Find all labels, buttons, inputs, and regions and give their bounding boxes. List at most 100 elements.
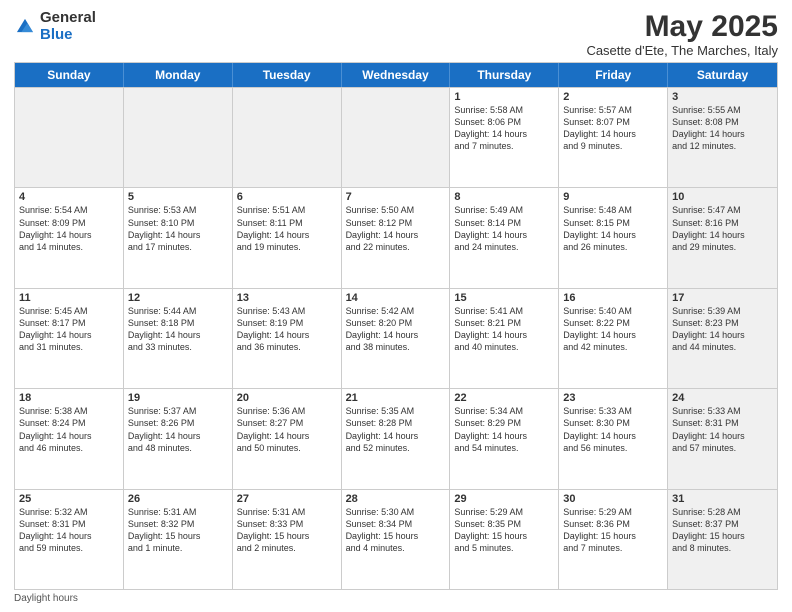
calendar-cell	[342, 88, 451, 187]
calendar-row: 11Sunrise: 5:45 AM Sunset: 8:17 PM Dayli…	[15, 288, 777, 388]
calendar-cell	[233, 88, 342, 187]
day-number: 29	[454, 493, 554, 505]
day-info: Sunrise: 5:36 AM Sunset: 8:27 PM Dayligh…	[237, 405, 337, 454]
calendar-cell: 2Sunrise: 5:57 AM Sunset: 8:07 PM Daylig…	[559, 88, 668, 187]
day-number: 14	[346, 292, 446, 304]
logo-blue: Blue	[40, 27, 96, 44]
day-number: 5	[128, 191, 228, 203]
day-info: Sunrise: 5:33 AM Sunset: 8:30 PM Dayligh…	[563, 405, 663, 454]
day-number: 30	[563, 493, 663, 505]
day-info: Sunrise: 5:29 AM Sunset: 8:36 PM Dayligh…	[563, 506, 663, 555]
day-number: 20	[237, 392, 337, 404]
month-title: May 2025	[586, 10, 778, 43]
calendar-cell: 14Sunrise: 5:42 AM Sunset: 8:20 PM Dayli…	[342, 289, 451, 388]
day-number: 27	[237, 493, 337, 505]
day-info: Sunrise: 5:41 AM Sunset: 8:21 PM Dayligh…	[454, 305, 554, 354]
calendar-cell: 16Sunrise: 5:40 AM Sunset: 8:22 PM Dayli…	[559, 289, 668, 388]
day-info: Sunrise: 5:30 AM Sunset: 8:34 PM Dayligh…	[346, 506, 446, 555]
calendar-cell: 20Sunrise: 5:36 AM Sunset: 8:27 PM Dayli…	[233, 389, 342, 488]
day-number: 13	[237, 292, 337, 304]
logo: General Blue	[14, 10, 96, 43]
header-right: May 2025 Casette d'Ete, The Marches, Ita…	[586, 10, 778, 58]
day-number: 18	[19, 392, 119, 404]
calendar-cell: 30Sunrise: 5:29 AM Sunset: 8:36 PM Dayli…	[559, 490, 668, 589]
calendar-cell: 15Sunrise: 5:41 AM Sunset: 8:21 PM Dayli…	[450, 289, 559, 388]
day-number: 19	[128, 392, 228, 404]
calendar-header-row: SundayMondayTuesdayWednesdayThursdayFrid…	[15, 63, 777, 87]
header: General Blue May 2025 Casette d'Ete, The…	[14, 10, 778, 58]
calendar-header-cell: Friday	[559, 63, 668, 87]
calendar-cell: 19Sunrise: 5:37 AM Sunset: 8:26 PM Dayli…	[124, 389, 233, 488]
calendar-cell: 13Sunrise: 5:43 AM Sunset: 8:19 PM Dayli…	[233, 289, 342, 388]
calendar-header-cell: Tuesday	[233, 63, 342, 87]
calendar-cell: 31Sunrise: 5:28 AM Sunset: 8:37 PM Dayli…	[668, 490, 777, 589]
day-info: Sunrise: 5:49 AM Sunset: 8:14 PM Dayligh…	[454, 204, 554, 253]
day-number: 16	[563, 292, 663, 304]
calendar-cell: 27Sunrise: 5:31 AM Sunset: 8:33 PM Dayli…	[233, 490, 342, 589]
footer-note: Daylight hours	[14, 593, 778, 604]
day-info: Sunrise: 5:50 AM Sunset: 8:12 PM Dayligh…	[346, 204, 446, 253]
day-number: 4	[19, 191, 119, 203]
calendar-cell: 9Sunrise: 5:48 AM Sunset: 8:15 PM Daylig…	[559, 188, 668, 287]
day-info: Sunrise: 5:48 AM Sunset: 8:15 PM Dayligh…	[563, 204, 663, 253]
day-info: Sunrise: 5:57 AM Sunset: 8:07 PM Dayligh…	[563, 104, 663, 153]
calendar-header-cell: Thursday	[450, 63, 559, 87]
calendar-cell	[15, 88, 124, 187]
calendar-cell: 6Sunrise: 5:51 AM Sunset: 8:11 PM Daylig…	[233, 188, 342, 287]
day-info: Sunrise: 5:54 AM Sunset: 8:09 PM Dayligh…	[19, 204, 119, 253]
calendar-cell: 8Sunrise: 5:49 AM Sunset: 8:14 PM Daylig…	[450, 188, 559, 287]
calendar-cell: 26Sunrise: 5:31 AM Sunset: 8:32 PM Dayli…	[124, 490, 233, 589]
day-number: 1	[454, 91, 554, 103]
day-number: 6	[237, 191, 337, 203]
calendar-cell: 28Sunrise: 5:30 AM Sunset: 8:34 PM Dayli…	[342, 490, 451, 589]
day-number: 11	[19, 292, 119, 304]
day-info: Sunrise: 5:58 AM Sunset: 8:06 PM Dayligh…	[454, 104, 554, 153]
calendar-cell: 5Sunrise: 5:53 AM Sunset: 8:10 PM Daylig…	[124, 188, 233, 287]
calendar-cell: 23Sunrise: 5:33 AM Sunset: 8:30 PM Dayli…	[559, 389, 668, 488]
day-number: 31	[672, 493, 773, 505]
calendar-row: 25Sunrise: 5:32 AM Sunset: 8:31 PM Dayli…	[15, 489, 777, 589]
day-info: Sunrise: 5:47 AM Sunset: 8:16 PM Dayligh…	[672, 204, 773, 253]
day-info: Sunrise: 5:37 AM Sunset: 8:26 PM Dayligh…	[128, 405, 228, 454]
calendar-header-cell: Saturday	[668, 63, 777, 87]
day-number: 21	[346, 392, 446, 404]
calendar-cell: 21Sunrise: 5:35 AM Sunset: 8:28 PM Dayli…	[342, 389, 451, 488]
day-info: Sunrise: 5:35 AM Sunset: 8:28 PM Dayligh…	[346, 405, 446, 454]
day-number: 9	[563, 191, 663, 203]
calendar: SundayMondayTuesdayWednesdayThursdayFrid…	[14, 62, 778, 590]
day-number: 8	[454, 191, 554, 203]
day-info: Sunrise: 5:31 AM Sunset: 8:33 PM Dayligh…	[237, 506, 337, 555]
logo-general: General	[40, 10, 96, 27]
day-info: Sunrise: 5:39 AM Sunset: 8:23 PM Dayligh…	[672, 305, 773, 354]
logo-icon	[14, 16, 36, 38]
calendar-cell: 3Sunrise: 5:55 AM Sunset: 8:08 PM Daylig…	[668, 88, 777, 187]
calendar-row: 4Sunrise: 5:54 AM Sunset: 8:09 PM Daylig…	[15, 187, 777, 287]
day-number: 3	[672, 91, 773, 103]
day-number: 23	[563, 392, 663, 404]
calendar-header-cell: Monday	[124, 63, 233, 87]
day-info: Sunrise: 5:45 AM Sunset: 8:17 PM Dayligh…	[19, 305, 119, 354]
calendar-cell	[124, 88, 233, 187]
day-number: 7	[346, 191, 446, 203]
calendar-cell: 17Sunrise: 5:39 AM Sunset: 8:23 PM Dayli…	[668, 289, 777, 388]
day-number: 28	[346, 493, 446, 505]
calendar-cell: 7Sunrise: 5:50 AM Sunset: 8:12 PM Daylig…	[342, 188, 451, 287]
day-info: Sunrise: 5:40 AM Sunset: 8:22 PM Dayligh…	[563, 305, 663, 354]
logo-text: General Blue	[40, 10, 96, 43]
calendar-cell: 22Sunrise: 5:34 AM Sunset: 8:29 PM Dayli…	[450, 389, 559, 488]
day-info: Sunrise: 5:34 AM Sunset: 8:29 PM Dayligh…	[454, 405, 554, 454]
day-info: Sunrise: 5:32 AM Sunset: 8:31 PM Dayligh…	[19, 506, 119, 555]
day-number: 24	[672, 392, 773, 404]
calendar-cell: 4Sunrise: 5:54 AM Sunset: 8:09 PM Daylig…	[15, 188, 124, 287]
day-info: Sunrise: 5:44 AM Sunset: 8:18 PM Dayligh…	[128, 305, 228, 354]
calendar-row: 1Sunrise: 5:58 AM Sunset: 8:06 PM Daylig…	[15, 87, 777, 187]
location: Casette d'Ete, The Marches, Italy	[586, 43, 778, 58]
day-info: Sunrise: 5:28 AM Sunset: 8:37 PM Dayligh…	[672, 506, 773, 555]
calendar-cell: 25Sunrise: 5:32 AM Sunset: 8:31 PM Dayli…	[15, 490, 124, 589]
calendar-header-cell: Wednesday	[342, 63, 451, 87]
day-info: Sunrise: 5:33 AM Sunset: 8:31 PM Dayligh…	[672, 405, 773, 454]
day-number: 10	[672, 191, 773, 203]
day-number: 22	[454, 392, 554, 404]
day-info: Sunrise: 5:38 AM Sunset: 8:24 PM Dayligh…	[19, 405, 119, 454]
day-number: 15	[454, 292, 554, 304]
